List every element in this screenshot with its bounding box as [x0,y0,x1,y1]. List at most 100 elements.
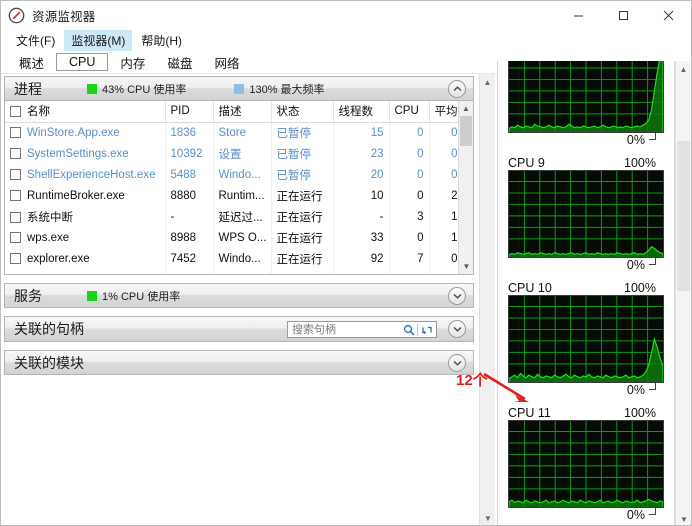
cell-cpu: 0 [389,227,430,248]
column-header-status[interactable]: 状态 [271,101,334,123]
section-title-services: 服务 [14,287,42,304]
tab-disk[interactable]: 磁盘 [157,51,202,74]
row-checkbox[interactable] [10,168,21,180]
row-checkbox[interactable] [10,147,21,159]
close-button[interactable] [646,1,691,30]
column-header-description[interactable]: 描述 [213,101,272,123]
search-input[interactable] [288,322,400,337]
graph-zero-row: 0% [508,258,664,277]
legend-swatch-cpu [87,83,97,94]
graph-zero-row: 0% [508,133,664,152]
graph-zero-row: 0% [508,383,664,402]
scroll-down-icon[interactable]: ▼ [480,510,496,525]
section-header-processes[interactable]: 进程 43% CPU 使用率 130% 最大频率 [4,76,474,101]
cell-cpu: 7 [389,248,430,269]
table-row[interactable]: WinStore.App.exe 1836 Store 已暂停 15 0 0.0… [5,122,473,143]
table-row[interactable]: RuntimeBroker.exe 8880 Runtim... 正在运行 10… [5,185,473,206]
table-row[interactable]: explorer.exe 7452 Windo... 正在运行 92 7 0.3… [5,248,473,269]
menu-monitor[interactable]: 监视器(M) [64,30,133,51]
cell-cpu: 0 [389,164,430,185]
row-checkbox[interactable] [10,189,21,201]
legend-label-services-cpu: 1% CPU 使用率 [102,290,181,303]
column-header-name[interactable]: 名称 [5,101,166,123]
cpu-graph-block: 0% [498,61,674,152]
cell-threads: - [333,206,390,227]
menu-help[interactable]: 帮助(H) [134,30,189,51]
chevron-up-icon[interactable] [448,80,466,98]
cell-description: 延迟过... [213,206,272,227]
table-row[interactable]: 系统中断 - 延迟过... 正在运行 - 3 1.37 [5,206,473,227]
cell-status: 正在运行 [271,227,334,248]
chart-gridlines [509,296,663,382]
section-title-processes: 进程 [14,80,42,97]
process-table-scrollbar[interactable]: ▲ ▼ [458,101,473,274]
cell-pid: 5488 [165,164,214,185]
column-header-pid[interactable]: PID [165,101,214,123]
scrollbar-thumb[interactable] [460,116,472,146]
chart-gridlines [509,171,663,257]
menu-file[interactable]: 文件(F) [9,30,62,51]
cpu-usage-chart [508,61,664,133]
cell-status: 已暂停 [271,164,334,185]
refresh-icon[interactable] [418,324,435,336]
chevron-down-icon[interactable] [448,354,466,372]
scroll-up-icon[interactable]: ▲ [459,101,473,116]
cpu-usage-chart [508,420,664,508]
graphs-pane-scrollbar[interactable]: ▲ ▼ [675,61,691,525]
tab-cpu[interactable]: CPU [56,53,109,71]
graph-label-row: CPU 10 100% [508,277,664,295]
column-header-threads[interactable]: 线程数 [333,101,390,123]
resource-monitor-icon [8,7,25,24]
cpu-graphs-pane: 0% CPU 9 100% 0% CPU 10 100% 0% CPU 11 1… [497,61,675,525]
chevron-down-icon[interactable] [448,287,466,305]
left-pane-scrollbar[interactable]: ▲ ▼ [479,74,496,525]
cell-name: wps.exe [5,227,166,248]
section-header-handles[interactable]: 关联的句柄 [4,316,474,342]
table-row[interactable]: wps.exe 8988 WPS O... 正在运行 33 0 1.14 [5,227,473,248]
section-header-services[interactable]: 服务 1% CPU 使用率 [4,283,474,308]
cell-pid: 10392 [165,143,214,164]
row-checkbox[interactable] [10,126,21,138]
column-header-cpu[interactable]: CPU [389,101,430,123]
cell-pid: 7452 [165,248,214,269]
process-table: 名称 PID 描述 状态 线程数 CPU 平均 CPU WinStore.App… [5,101,473,274]
section-title-modules: 关联的模块 [14,354,84,371]
cell-description: Windo... [213,164,272,185]
cpu-usage-chart [508,170,664,258]
row-checkbox[interactable] [10,231,21,243]
row-checkbox[interactable] [10,252,21,264]
select-all-checkbox[interactable] [10,106,21,118]
table-row[interactable]: SystemSettings.exe 10392 设置 已暂停 23 0 0.0… [5,143,473,164]
cell-cpu: 0 [389,122,430,143]
section-header-modules[interactable]: 关联的模块 [4,350,474,375]
tab-memory[interactable]: 内存 [110,51,155,74]
scrollbar-thumb[interactable] [677,141,690,291]
cell-status: 正在运行 [271,206,334,227]
cell-pid: 9816 [165,269,214,274]
graph-core-label: CPU 11 [508,406,551,420]
scroll-up-icon[interactable]: ▲ [676,61,691,77]
magnifier-icon[interactable] [400,324,417,336]
row-checkbox[interactable] [10,211,21,223]
cell-description: WPS O... [213,227,272,248]
process-table-body: WinStore.App.exe 1836 Store 已暂停 15 0 0.0… [5,122,473,274]
cell-pid: 8880 [165,185,214,206]
handle-search-box[interactable] [287,321,437,338]
section-title-handles: 关联的句柄 [14,321,84,337]
chart-svg [509,421,663,507]
maximize-button[interactable] [601,1,646,30]
cell-name: WinStore.App.exe [5,122,166,143]
tab-overview[interactable]: 概述 [9,51,54,74]
tab-network[interactable]: 网络 [204,51,249,74]
table-row[interactable]: QQPYUserCenter.exe 9816 QQ拼... 正在运行 7 0 … [5,269,473,274]
legend-swatch-frequency [234,83,245,94]
cell-threads: 92 [333,248,390,269]
scroll-down-icon[interactable]: ▼ [676,511,691,525]
minimize-button[interactable] [556,1,601,30]
scroll-up-icon[interactable]: ▲ [480,74,495,90]
chart-svg [509,296,663,382]
scroll-down-icon[interactable]: ▼ [459,259,473,274]
chevron-down-icon[interactable] [448,320,466,338]
table-row[interactable]: ShellExperienceHost.exe 5488 Windo... 已暂… [5,164,473,185]
row-checkbox[interactable] [10,273,21,274]
